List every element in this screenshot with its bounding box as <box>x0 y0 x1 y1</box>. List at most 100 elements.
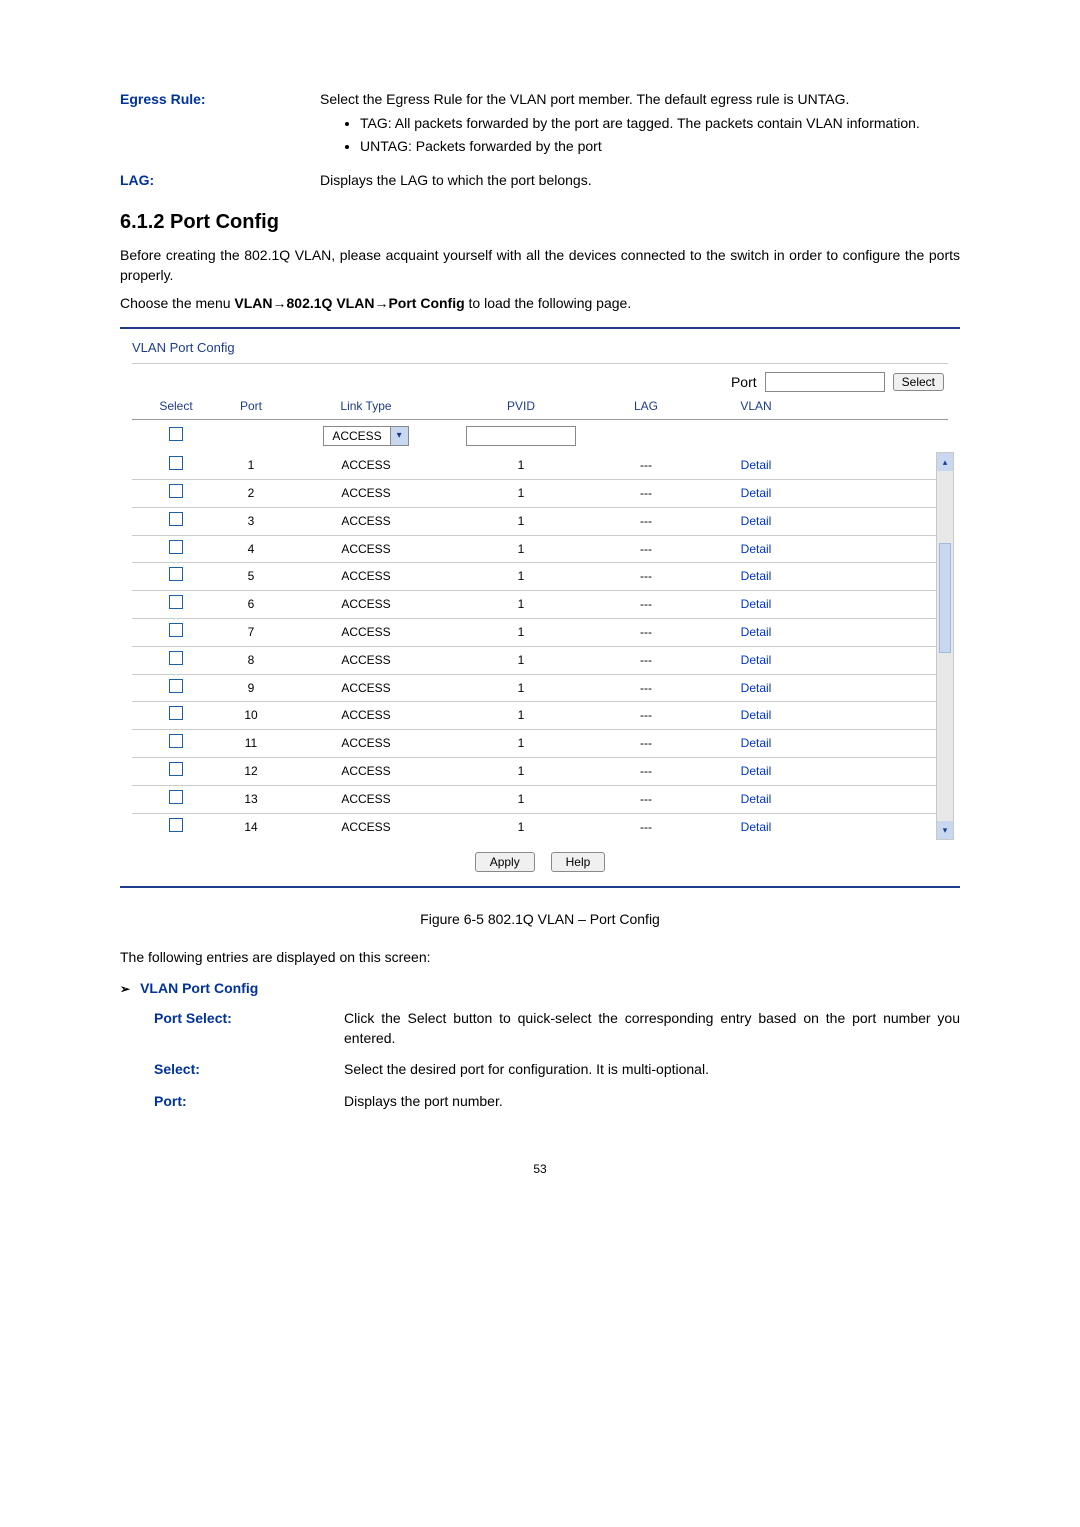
chevron-down-icon: ▾ <box>390 427 408 445</box>
row-pvid: 1 <box>446 624 596 641</box>
help-button[interactable]: Help <box>551 852 606 872</box>
port-number-input[interactable] <box>765 372 885 392</box>
panel-title: VLAN Port Config <box>132 335 948 364</box>
row-checkbox[interactable] <box>169 567 183 581</box>
detail-link[interactable]: Detail <box>741 458 772 472</box>
detail-link[interactable]: Detail <box>741 514 772 528</box>
detail-link[interactable]: Detail <box>741 708 772 722</box>
table-row: 12ACCESS1---Detail <box>132 758 948 786</box>
table-row: 13ACCESS1---Detail <box>132 786 948 814</box>
linktype-dropdown[interactable]: ACCESS ▾ <box>323 426 408 446</box>
row-checkbox[interactable] <box>169 623 183 637</box>
detail-link[interactable]: Detail <box>741 736 772 750</box>
sub-header-text: VLAN Port Config <box>140 980 258 996</box>
row-checkbox[interactable] <box>169 679 183 693</box>
def-egress-rule: Egress Rule: Select the Egress Rule for … <box>120 90 960 161</box>
row-checkbox[interactable] <box>169 484 183 498</box>
row-port: 13 <box>216 791 286 808</box>
detail-link[interactable]: Detail <box>741 792 772 806</box>
egress-bullet-untag: UNTAG: Packets forwarded by the port <box>360 137 960 157</box>
port-select-def-text: Click the Select button to quick-select … <box>344 1009 960 1048</box>
row-checkbox[interactable] <box>169 762 183 776</box>
row-vlan: Detail <box>696 652 816 669</box>
row-linktype: ACCESS <box>286 652 446 669</box>
row-port: 9 <box>216 680 286 697</box>
table-row: 11ACCESS1---Detail <box>132 730 948 758</box>
row-select-cell <box>136 567 216 586</box>
detail-link[interactable]: Detail <box>741 597 772 611</box>
port-select-row: Port Select <box>132 364 948 398</box>
select-all-checkbox[interactable] <box>169 427 183 441</box>
header-port: Port <box>216 398 286 415</box>
port-select-def-label: Port Select: <box>154 1009 344 1048</box>
row-lag: --- <box>596 791 696 808</box>
apply-button[interactable]: Apply <box>475 852 535 872</box>
row-checkbox[interactable] <box>169 540 183 554</box>
header-linktype: Link Type <box>286 398 446 415</box>
row-vlan: Detail <box>696 791 816 808</box>
def-lag: LAG: Displays the LAG to which the port … <box>120 171 960 191</box>
def-port: Port: Displays the port number. <box>154 1092 960 1112</box>
row-pvid: 1 <box>446 568 596 585</box>
lag-text: Displays the LAG to which the port belon… <box>320 171 960 191</box>
intro-paragraph-1: Before creating the 802.1Q VLAN, please … <box>120 246 960 285</box>
row-port: 11 <box>216 735 286 752</box>
row-pvid: 1 <box>446 541 596 558</box>
row-pvid: 1 <box>446 457 596 474</box>
row-checkbox[interactable] <box>169 818 183 832</box>
row-vlan: Detail <box>696 541 816 558</box>
row-checkbox[interactable] <box>169 790 183 804</box>
row-select-cell <box>136 623 216 642</box>
table-row: 5ACCESS1---Detail <box>132 563 948 591</box>
figure-caption: Figure 6-5 802.1Q VLAN – Port Config <box>120 910 960 930</box>
scroll-down-icon[interactable]: ▾ <box>937 821 953 839</box>
pvid-input[interactable] <box>466 426 576 446</box>
egress-rule-desc: Select the Egress Rule for the VLAN port… <box>320 91 849 107</box>
detail-link[interactable]: Detail <box>741 681 772 695</box>
detail-link[interactable]: Detail <box>741 820 772 834</box>
row-checkbox[interactable] <box>169 651 183 665</box>
table-row: 2ACCESS1---Detail <box>132 480 948 508</box>
detail-link[interactable]: Detail <box>741 542 772 556</box>
row-vlan: Detail <box>696 735 816 752</box>
row-pvid: 1 <box>446 485 596 502</box>
row-select-cell <box>136 595 216 614</box>
row-linktype: ACCESS <box>286 680 446 697</box>
select-def-text: Select the desired port for configuratio… <box>344 1060 960 1080</box>
row-vlan: Detail <box>696 819 816 836</box>
row-lag: --- <box>596 596 696 613</box>
port-select-label: Port <box>731 373 757 393</box>
row-checkbox[interactable] <box>169 706 183 720</box>
row-lag: --- <box>596 763 696 780</box>
select-button[interactable]: Select <box>893 373 944 391</box>
para2-post: to load the following page. <box>465 295 632 311</box>
scroll-up-icon[interactable]: ▴ <box>937 453 953 471</box>
detail-link[interactable]: Detail <box>741 569 772 583</box>
row-checkbox[interactable] <box>169 456 183 470</box>
scrollbar-thumb[interactable] <box>939 543 951 653</box>
row-vlan: Detail <box>696 596 816 613</box>
row-port: 7 <box>216 624 286 641</box>
row-checkbox[interactable] <box>169 595 183 609</box>
detail-link[interactable]: Detail <box>741 653 772 667</box>
page-number: 53 <box>120 1161 960 1178</box>
row-lag: --- <box>596 541 696 558</box>
row-checkbox[interactable] <box>169 512 183 526</box>
detail-link[interactable]: Detail <box>741 764 772 778</box>
row-pvid: 1 <box>446 763 596 780</box>
row-linktype: ACCESS <box>286 541 446 558</box>
detail-link[interactable]: Detail <box>741 486 772 500</box>
row-vlan: Detail <box>696 513 816 530</box>
row-select-cell <box>136 818 216 837</box>
row-port: 6 <box>216 596 286 613</box>
row-select-cell <box>136 540 216 559</box>
table-scrollbar[interactable]: ▴ ▾ <box>936 452 954 840</box>
row-port: 14 <box>216 819 286 836</box>
bottom-definitions: Port Select: Click the Select button to … <box>120 1009 960 1111</box>
row-lag: --- <box>596 735 696 752</box>
row-checkbox[interactable] <box>169 734 183 748</box>
sub-header: ➢VLAN Port Config <box>120 979 960 999</box>
detail-link[interactable]: Detail <box>741 625 772 639</box>
egress-bullets: TAG: All packets forwarded by the port a… <box>320 114 960 157</box>
row-linktype: ACCESS <box>286 457 446 474</box>
